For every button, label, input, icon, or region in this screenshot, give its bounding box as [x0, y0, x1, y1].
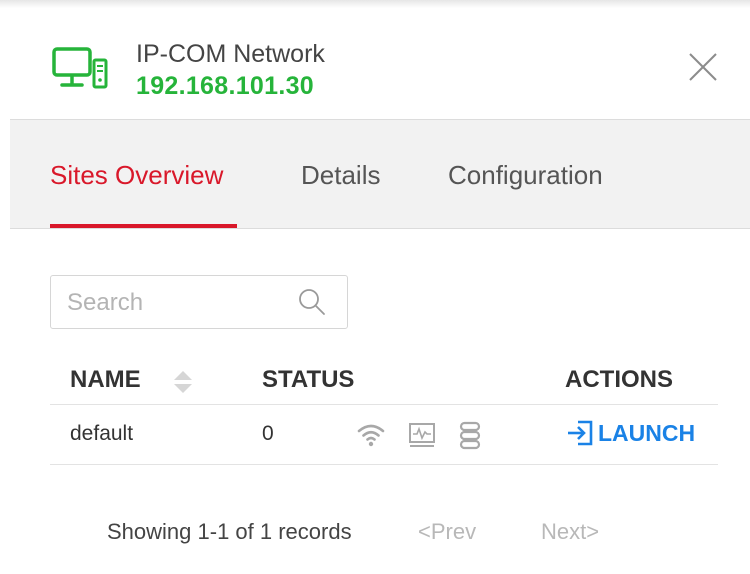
column-header-actions: ACTIONS: [565, 366, 673, 393]
launch-icon: [568, 420, 593, 446]
header-divider: [50, 404, 718, 405]
pagination-summary: Showing 1-1 of 1 records: [107, 519, 352, 544]
device-name: IP-COM Network: [136, 40, 325, 68]
device-ip: 192.168.101.30: [136, 72, 314, 100]
close-icon[interactable]: [686, 50, 720, 84]
panel-header: IP-COM Network 192.168.101.30: [10, 10, 750, 120]
monitor-icon: [409, 423, 435, 447]
launch-label: LAUNCH: [598, 419, 696, 446]
tab-configuration[interactable]: Configuration: [448, 160, 603, 191]
search-icon[interactable]: [297, 287, 327, 317]
panel-gutter: [0, 8, 10, 574]
prev-page-button[interactable]: <Prev: [418, 519, 476, 545]
next-page-button[interactable]: Next>: [541, 519, 599, 545]
tab-bar: Sites Overview Details Configuration: [10, 120, 750, 229]
sort-icon[interactable]: [172, 368, 194, 396]
column-header-name[interactable]: NAME: [70, 366, 141, 394]
launch-button[interactable]: LAUNCH: [566, 418, 695, 448]
search-input[interactable]: [65, 286, 289, 320]
site-status-count: 0: [262, 422, 274, 445]
active-tab-indicator: [50, 224, 237, 228]
search-box: [50, 275, 348, 329]
site-name-cell: default: [70, 422, 134, 445]
tab-sites-overview[interactable]: Sites Overview: [50, 160, 223, 191]
row-divider: [50, 464, 718, 465]
panel-top-shadow: [0, 0, 750, 8]
computer-icon: [52, 47, 108, 89]
wifi-icon: [357, 424, 385, 447]
column-header-status: STATUS: [262, 366, 355, 393]
tab-details[interactable]: Details: [301, 160, 380, 191]
site-panel: IP-COM Network 192.168.101.30 Sites Over…: [0, 0, 750, 574]
server-icon: [459, 421, 481, 450]
